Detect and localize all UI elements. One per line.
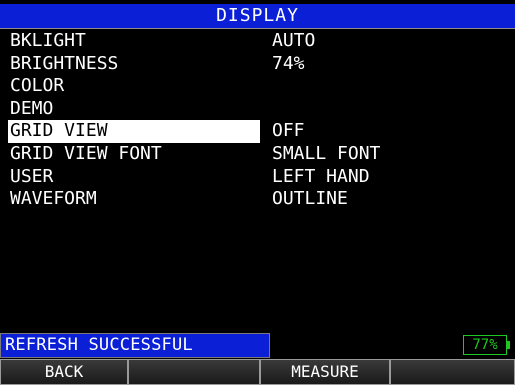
screen-title: DISPLAY [0, 4, 515, 29]
menu-label: WAVEFORM [10, 188, 97, 210]
device-screen: DISPLAY BKLIGHT AUTO BRIGHTNESS 74% COLO… [0, 0, 515, 385]
menu-row-brightness[interactable]: BRIGHTNESS 74% [0, 53, 515, 76]
softkey-bar: BACK MEASURE [0, 359, 515, 385]
menu-label: USER [10, 165, 54, 187]
menu-value: OFF [272, 120, 305, 142]
battery-indicator: 77% [463, 335, 507, 355]
menu-value: SMALL FONT [272, 142, 381, 164]
menu-label: BKLIGHT [10, 30, 86, 51]
status-bar: REFRESH SUCCESSFUL 77% [0, 333, 515, 358]
menu-row-demo[interactable]: DEMO [0, 98, 515, 121]
softkey-2[interactable] [128, 359, 260, 385]
menu-row-user[interactable]: USER LEFT HAND [0, 166, 515, 189]
measure-button[interactable]: MEASURE [260, 359, 390, 385]
menu-row-color[interactable]: COLOR [0, 75, 515, 98]
menu-value: AUTO [272, 30, 316, 51]
menu-row-bklight[interactable]: BKLIGHT AUTO [0, 30, 515, 53]
menu-row-waveform[interactable]: WAVEFORM OUTLINE [0, 188, 515, 211]
display-menu: BKLIGHT AUTO BRIGHTNESS 74% COLOR DEMO G… [0, 30, 515, 211]
menu-label: GRID VIEW [8, 120, 260, 143]
menu-label: BRIGHTNESS [10, 52, 119, 74]
menu-value: 74% [272, 52, 305, 74]
battery-icon-tip [507, 341, 510, 349]
menu-value: OUTLINE [272, 188, 348, 210]
menu-value: LEFT HAND [272, 165, 370, 187]
menu-label: COLOR [10, 75, 65, 97]
menu-label: DEMO [10, 97, 54, 119]
menu-label: GRID VIEW FONT [10, 142, 162, 164]
status-message: REFRESH SUCCESSFUL [0, 333, 270, 358]
back-button[interactable]: BACK [0, 359, 128, 385]
softkey-4[interactable] [390, 359, 515, 385]
menu-row-grid-view[interactable]: GRID VIEW OFF [0, 120, 515, 143]
menu-row-grid-view-font[interactable]: GRID VIEW FONT SMALL FONT [0, 143, 515, 166]
